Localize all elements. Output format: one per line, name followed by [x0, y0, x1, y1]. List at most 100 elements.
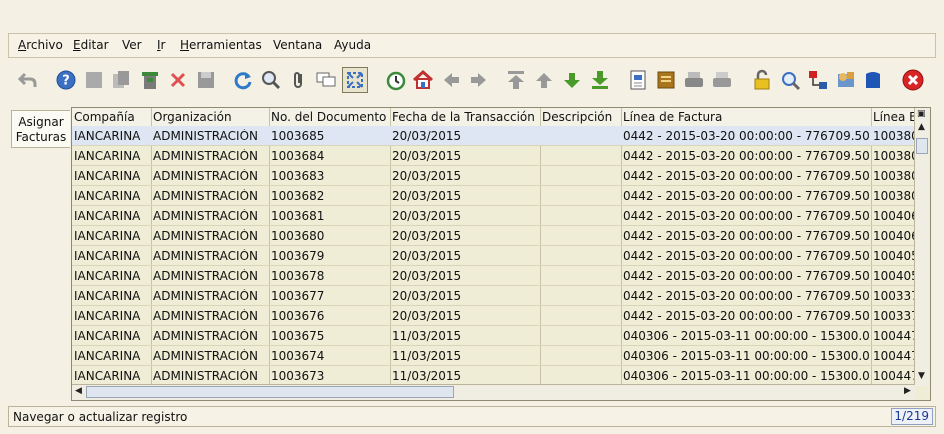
- copy-record-icon[interactable]: [109, 68, 133, 92]
- table-cell[interactable]: 040306 - 2015-03-11 00:00:00 - 15300.03_…: [623, 369, 869, 383]
- last-record-icon[interactable]: [588, 68, 612, 92]
- table-cell[interactable]: 20/03/2015: [392, 269, 540, 283]
- table-cell[interactable]: 100337: [873, 309, 915, 323]
- column-header[interactable]: Fecha de la Transacción: [392, 110, 535, 124]
- table-cell[interactable]: 100380: [873, 149, 915, 163]
- attachment-icon[interactable]: [286, 68, 310, 92]
- table-row[interactable]: IANCARINA ADMINISTRACIÓN 1003678 20/03/2015…: [72, 266, 915, 286]
- table-cell[interactable]: 11/03/2015: [392, 349, 540, 363]
- table-cell[interactable]: IANCARINA: [74, 229, 151, 243]
- table-cell[interactable]: ADMINISTRACIÓN: [153, 369, 269, 383]
- print-icon[interactable]: [710, 68, 734, 92]
- new-record-icon[interactable]: [82, 68, 106, 92]
- table-cell[interactable]: IANCARINA: [74, 289, 151, 303]
- table-cell[interactable]: IANCARINA: [74, 349, 151, 363]
- table-cell[interactable]: 20/03/2015: [392, 289, 540, 303]
- table-cell[interactable]: 040306 - 2015-03-11 00:00:00 - 15300.03_…: [623, 329, 869, 343]
- table-cell[interactable]: 100447: [873, 369, 915, 383]
- table-cell[interactable]: 1003684: [271, 149, 390, 163]
- table-cell[interactable]: IANCARINA: [74, 369, 151, 383]
- table-cell[interactable]: 0442 - 2015-03-20 00:00:00 - 776709.50_1…: [623, 309, 869, 323]
- table-row[interactable]: IANCARINA ADMINISTRACIÓN 1003673 11/03/2015…: [72, 366, 915, 386]
- table-cell[interactable]: 100337: [873, 289, 915, 303]
- table-cell[interactable]: 0442 - 2015-03-20 00:00:00 - 776709.50_5…: [623, 249, 869, 263]
- table-row[interactable]: IANCARINA ADMINISTRACIÓN 1003675 11/03/2015…: [72, 326, 915, 346]
- table-cell[interactable]: 1003685: [271, 129, 390, 143]
- column-header[interactable]: Línea E: [873, 110, 915, 124]
- table-cell[interactable]: ADMINISTRACIÓN: [153, 209, 269, 223]
- menu-ver[interactable]: Ver: [122, 38, 142, 52]
- table-cell[interactable]: 1003683: [271, 169, 390, 183]
- table-cell[interactable]: 20/03/2015: [392, 249, 540, 263]
- table-cell[interactable]: 0442 - 2015-03-20 00:00:00 - 776709.50_2…: [623, 289, 869, 303]
- table-cell[interactable]: 100380: [873, 169, 915, 183]
- table-cell[interactable]: 0442 - 2015-03-20 00:00:00 - 776709.50_1…: [623, 129, 869, 143]
- refresh-icon[interactable]: [231, 68, 255, 92]
- chat-icon[interactable]: [314, 68, 338, 92]
- table-cell[interactable]: 100380: [873, 189, 915, 203]
- table-cell[interactable]: 1003680: [271, 229, 390, 243]
- horizontal-scrollbar[interactable]: ◀ ▶: [72, 384, 915, 400]
- menu-ayuda[interactable]: Ayuda: [334, 38, 371, 52]
- vertical-scrollbar[interactable]: ▣ ▲ ▼: [914, 108, 930, 386]
- lock-icon[interactable]: [750, 68, 774, 92]
- table-cell[interactable]: 100405: [873, 249, 915, 263]
- horizontal-scroll-thumb[interactable]: [86, 386, 454, 398]
- table-cell[interactable]: 100406: [873, 229, 915, 243]
- scroll-down-icon[interactable]: ▼: [918, 371, 925, 381]
- table-cell[interactable]: 0442 - 2015-03-20 00:00:00 - 776709.50_1…: [623, 149, 869, 163]
- column-header[interactable]: Compañía: [74, 110, 135, 124]
- table-cell[interactable]: 100447: [873, 329, 915, 343]
- table-cell[interactable]: 0442 - 2015-03-20 00:00:00 - 776709.50_8…: [623, 209, 869, 223]
- table-cell[interactable]: 100447: [873, 349, 915, 363]
- table-row[interactable]: IANCARINA ADMINISTRACIÓN 1003685 20/03/2015…: [72, 126, 915, 146]
- menu-herramientas[interactable]: Herramientas: [180, 38, 262, 52]
- menu-editar[interactable]: Editar: [73, 38, 109, 52]
- table-cell[interactable]: ADMINISTRACIÓN: [153, 309, 269, 323]
- column-header[interactable]: Organización: [153, 110, 232, 124]
- first-record-icon[interactable]: [504, 68, 528, 92]
- table-cell[interactable]: ADMINISTRACIÓN: [153, 249, 269, 263]
- table-cell[interactable]: IANCARINA: [74, 129, 151, 143]
- table-cell[interactable]: 20/03/2015: [392, 209, 540, 223]
- table-row[interactable]: IANCARINA ADMINISTRACIÓN 1003679 20/03/2015…: [72, 246, 915, 266]
- table-cell[interactable]: ADMINISTRACIÓN: [153, 129, 269, 143]
- table-cell[interactable]: 20/03/2015: [392, 309, 540, 323]
- tab-asignar-facturas[interactable]: Asignar Facturas: [11, 110, 70, 148]
- table-cell[interactable]: IANCARINA: [74, 309, 151, 323]
- table-row[interactable]: IANCARINA ADMINISTRACIÓN 1003680 20/03/2015…: [72, 226, 915, 246]
- table-cell[interactable]: IANCARINA: [74, 329, 151, 343]
- scroll-left-icon[interactable]: ◀: [75, 386, 82, 396]
- table-row[interactable]: IANCARINA ADMINISTRACIÓN 1003674 11/03/2015…: [72, 346, 915, 366]
- menu-ir[interactable]: Ir: [157, 38, 165, 52]
- table-cell[interactable]: 1003677: [271, 289, 390, 303]
- table-cell[interactable]: 20/03/2015: [392, 229, 540, 243]
- vertical-scroll-thumb[interactable]: [916, 138, 928, 154]
- scroll-up-icon[interactable]: ▲: [918, 122, 925, 132]
- table-cell[interactable]: 20/03/2015: [392, 189, 540, 203]
- table-cell[interactable]: 1003679: [271, 249, 390, 263]
- save-icon[interactable]: [194, 68, 218, 92]
- help-icon[interactable]: ?: [54, 68, 78, 92]
- previous-record-icon[interactable]: [532, 68, 556, 92]
- table-cell[interactable]: 20/03/2015: [392, 149, 540, 163]
- undo-icon[interactable]: [16, 68, 40, 92]
- table-row[interactable]: IANCARINA ADMINISTRACIÓN 1003683 20/03/2015…: [72, 166, 915, 186]
- table-cell[interactable]: IANCARINA: [74, 189, 151, 203]
- table-row[interactable]: IANCARINA ADMINISTRACIÓN 1003681 20/03/2015…: [72, 206, 915, 226]
- table-cell[interactable]: ADMINISTRACIÓN: [153, 169, 269, 183]
- find-icon[interactable]: [259, 68, 283, 92]
- table-cell[interactable]: IANCARINA: [74, 249, 151, 263]
- record-count[interactable]: 1/219: [891, 408, 933, 425]
- table-cell[interactable]: 1003675: [271, 329, 390, 343]
- product-info-icon[interactable]: [834, 68, 858, 92]
- table-row[interactable]: IANCARINA ADMINISTRACIÓN 1003684 20/03/2015…: [72, 146, 915, 166]
- delete-icon[interactable]: [166, 68, 190, 92]
- column-header[interactable]: Descripción: [542, 110, 612, 124]
- end-icon[interactable]: [861, 68, 885, 92]
- table-row[interactable]: IANCARINA ADMINISTRACIÓN 1003676 20/03/2015…: [72, 306, 915, 326]
- table-cell[interactable]: 0442 - 2015-03-20 00:00:00 - 776709.50_1…: [623, 189, 869, 203]
- grid-toggle-icon[interactable]: [342, 67, 368, 93]
- next-record-icon[interactable]: [560, 68, 584, 92]
- print-preview-icon[interactable]: [682, 68, 706, 92]
